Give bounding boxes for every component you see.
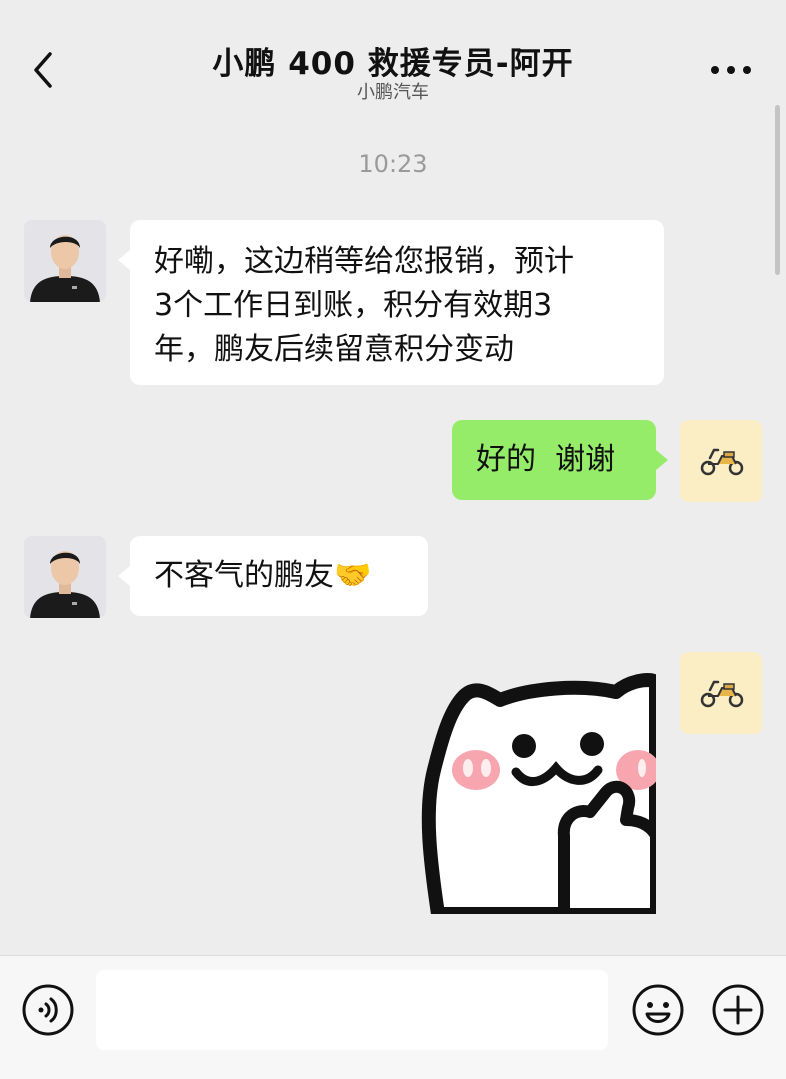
- input-bar: [0, 955, 786, 1079]
- emoji-icon: [632, 984, 684, 1036]
- sticker-message[interactable]: [420, 660, 656, 914]
- more-dots-icon: [711, 66, 751, 74]
- message-input[interactable]: [96, 970, 608, 1050]
- message-text-line: 年，鹏友后续留意积分变动: [154, 332, 514, 367]
- plus-button[interactable]: [712, 984, 764, 1036]
- my-avatar[interactable]: [680, 652, 762, 734]
- message-text: 不客气的鹏友🤝: [154, 558, 372, 593]
- message-bubble-agent[interactable]: 好嘞，这边稍等给您报销，预计 3个工作日到账，积分有效期3 年，鹏友后续留意积分…: [118, 220, 664, 385]
- message-text: 好的 谢谢: [476, 442, 616, 477]
- chat-title: 小鹏 400 救援专员-阿开: [212, 46, 574, 82]
- white-cat-thumbs-up-sticker: [420, 660, 656, 914]
- message-bubble-agent[interactable]: 不客气的鹏友🤝: [118, 536, 428, 616]
- agent-avatar[interactable]: [24, 220, 106, 302]
- agent-avatar[interactable]: [24, 536, 106, 618]
- chat-header: 小鹏 400 救援专员-阿开 小鹏汽车: [0, 0, 786, 110]
- message-bubble-me[interactable]: 好的 谢谢: [452, 420, 668, 500]
- scooter-icon: [680, 420, 762, 502]
- scooter-icon: [680, 652, 762, 734]
- my-avatar[interactable]: [680, 420, 762, 502]
- message-text-line: 3个工作日到账，积分有效期3: [154, 288, 553, 323]
- scrollbar[interactable]: [775, 105, 780, 275]
- person-avatar-icon: [24, 536, 106, 618]
- voice-icon: [22, 984, 74, 1036]
- message-timestamp: 10:23: [358, 150, 428, 178]
- message-text-line: 好嘞，这边稍等给您报销，预计: [154, 244, 574, 279]
- emoji-button[interactable]: [632, 984, 684, 1036]
- person-avatar-icon: [24, 220, 106, 302]
- chat-subtitle: 小鹏汽车: [357, 82, 429, 103]
- plus-icon: [712, 984, 764, 1036]
- more-button[interactable]: [710, 60, 752, 80]
- voice-button[interactable]: [22, 984, 74, 1036]
